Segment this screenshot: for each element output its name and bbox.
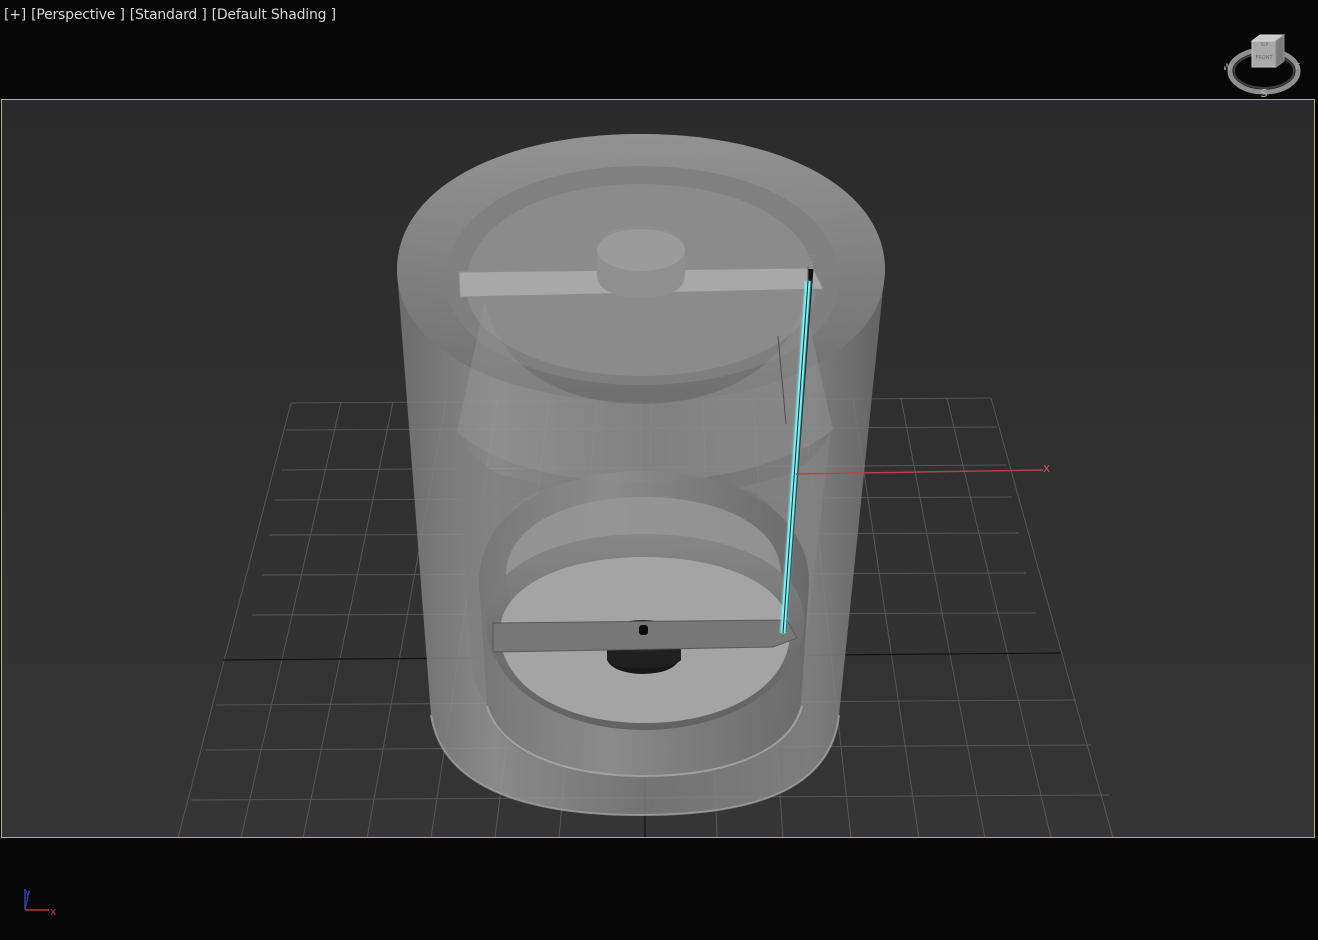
viewport-general-menu[interactable]: [+] bbox=[4, 5, 26, 25]
compass-west-label: W bbox=[1224, 63, 1232, 73]
viewcube-top-label: TOP bbox=[1259, 42, 1269, 47]
gizmo-x-label: x bbox=[1043, 461, 1050, 475]
viewport-point-of-view-menu[interactable]: [Perspective ] bbox=[31, 5, 125, 25]
viewcube-front-label: FRONT bbox=[1255, 55, 1273, 61]
3d-modeling-app: [+] [Perspective ] [Standard ] [Default … bbox=[0, 0, 1318, 940]
scene-canvas[interactable]: z y x bbox=[1, 99, 1315, 838]
world-axis-tripod-icon: x y bbox=[24, 888, 57, 918]
viewport-label-menu: [+] [Perspective ] [Standard ] [Default … bbox=[4, 5, 336, 25]
world-axis-tripod: x y bbox=[15, 884, 69, 922]
viewcube[interactable]: TOP FRONT W E S bbox=[1224, 33, 1306, 99]
viewport-preset-menu[interactable]: [Standard ] bbox=[130, 5, 207, 25]
gizmo-y-label: y bbox=[776, 321, 784, 336]
world-axis-y-label: y bbox=[25, 888, 31, 899]
compass-east-label: E bbox=[1295, 62, 1300, 71]
gizmo-z-label: z bbox=[809, 251, 816, 266]
perspective-viewport[interactable]: z y x bbox=[1, 99, 1315, 838]
world-axis-x-label: x bbox=[50, 905, 57, 918]
compass-south-label: S bbox=[1261, 87, 1268, 99]
viewcube-navigation-icon[interactable]: TOP FRONT W E S bbox=[1224, 33, 1306, 99]
viewport-shading-menu[interactable]: [Default Shading ] bbox=[212, 5, 336, 25]
